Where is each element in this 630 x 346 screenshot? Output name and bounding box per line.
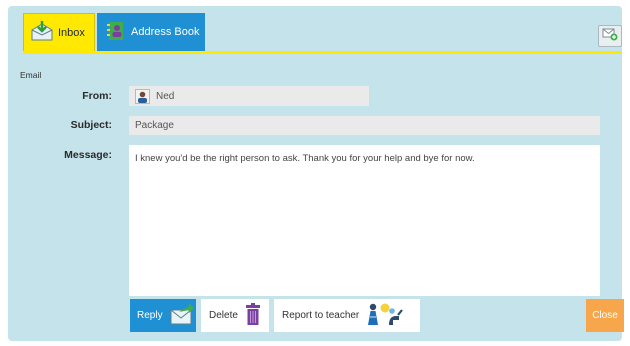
reply-label: Reply [137, 310, 163, 321]
from-field: Ned [129, 86, 369, 106]
section-label: Email [20, 70, 42, 80]
delete-label: Delete [209, 310, 238, 321]
compose-mail-icon [602, 27, 618, 46]
from-label: From: [82, 90, 112, 102]
tab-address-book[interactable]: Address Book [97, 13, 205, 51]
trash-icon [245, 303, 260, 328]
tab-inbox[interactable]: Inbox [23, 13, 95, 51]
avatar [135, 88, 150, 104]
email-window: Inbox Address Book Email From: Ned Subje… [8, 6, 624, 341]
inbox-icon [30, 20, 54, 45]
reply-icon [167, 302, 195, 329]
teacher-icon [365, 301, 405, 330]
message-text: I knew you'd be the right person to ask.… [135, 153, 475, 164]
message-label: Message: [64, 149, 112, 161]
tab-underline [23, 51, 622, 54]
report-to-teacher-button[interactable]: Report to teacher [274, 299, 420, 332]
tab-bar: Inbox Address Book [23, 13, 622, 54]
reply-button[interactable]: Reply [130, 299, 196, 332]
subject-field: Package [129, 116, 600, 135]
subject-label: Subject: [70, 119, 112, 131]
delete-button[interactable]: Delete [201, 299, 269, 332]
compose-button[interactable] [598, 25, 622, 47]
address-book-icon [107, 21, 125, 44]
tab-address-book-label: Address Book [131, 26, 200, 38]
tab-inbox-label: Inbox [58, 26, 85, 39]
message-body[interactable]: I knew you'd be the right person to ask.… [129, 145, 600, 296]
subject-value: Package [135, 120, 174, 131]
from-value: Ned [156, 90, 175, 102]
report-label: Report to teacher [282, 310, 360, 321]
close-label: Close [592, 310, 618, 321]
close-button[interactable]: Close [586, 299, 624, 332]
